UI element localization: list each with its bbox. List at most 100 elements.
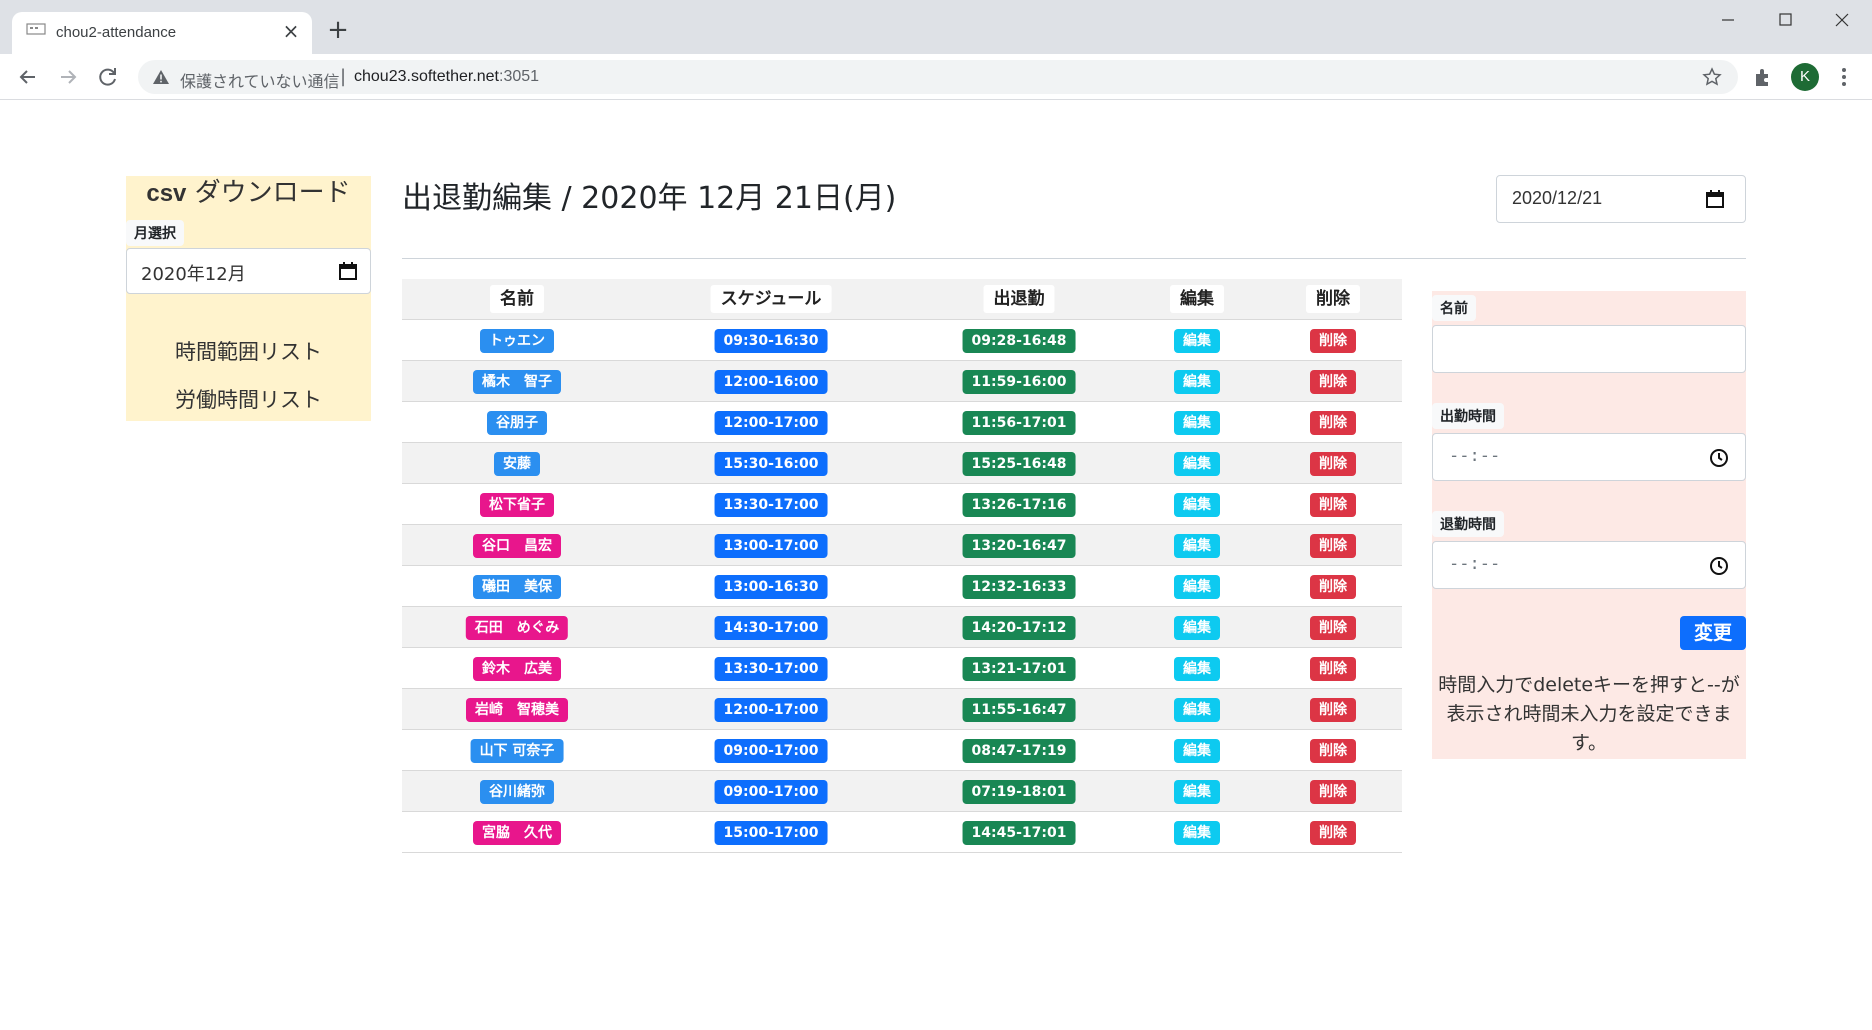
edit-button[interactable]: 編集: [1174, 329, 1220, 353]
url-port: :3051: [499, 68, 540, 85]
table-row: トゥエン 09:30-16:30 09:28-16:48 編集 削除: [402, 320, 1402, 361]
attendance-badge: 12:32-16:33: [962, 575, 1076, 599]
edit-button[interactable]: 編集: [1174, 493, 1220, 517]
schedule-badge: 12:00-17:00: [714, 698, 828, 722]
schedule-badge: 09:00-17:00: [714, 739, 828, 763]
delete-button[interactable]: 削除: [1310, 329, 1356, 353]
csv-download-link[interactable]: csv ダウンロード: [126, 176, 371, 211]
attendance-badge: 07:19-18:01: [962, 780, 1076, 804]
schedule-badge: 13:00-17:00: [714, 534, 828, 558]
separator: |: [340, 66, 347, 87]
table-row: 山下 可奈子 09:00-17:00 08:47-17:19 編集 削除: [402, 730, 1402, 771]
month-label: 月選択: [126, 220, 184, 246]
date-picker[interactable]: 2020/12/21: [1496, 175, 1746, 223]
back-icon[interactable]: [15, 64, 41, 90]
forward-icon[interactable]: [55, 64, 81, 90]
name-badge: 松下省子: [480, 493, 554, 517]
warning-icon[interactable]: [152, 69, 170, 85]
delete-button[interactable]: 削除: [1310, 780, 1356, 804]
schedule-badge: 12:00-16:00: [714, 370, 828, 394]
table-row: 谷川緒弥 09:00-17:00 07:19-18:01 編集 削除: [402, 771, 1402, 812]
schedule-badge: 13:30-17:00: [714, 493, 828, 517]
attendance-badge: 11:55-16:47: [962, 698, 1076, 722]
month-picker[interactable]: 2020年12月: [126, 248, 371, 294]
url-host: chou23.softether.net: [354, 68, 499, 85]
start-time-field[interactable]: --:--: [1432, 433, 1746, 481]
schedule-badge: 12:00-17:00: [714, 411, 828, 435]
delete-button[interactable]: 削除: [1310, 493, 1356, 517]
edit-button[interactable]: 編集: [1174, 534, 1220, 558]
plus-icon[interactable]: +: [326, 17, 350, 43]
name-badge: 谷川緒弥: [480, 780, 554, 804]
edit-button[interactable]: 編集: [1174, 821, 1220, 845]
delete-button[interactable]: 削除: [1310, 821, 1356, 845]
edit-button[interactable]: 編集: [1174, 657, 1220, 681]
close-icon[interactable]: ×: [280, 20, 302, 42]
help-text: 時間入力でdeleteキーを押すと--が表示され時間未入力を設定できます。: [1438, 674, 1740, 754]
page-content: csv ダウンロード 月選択 2020年12月 時間範囲リスト 労働時間リスト …: [0, 101, 1872, 1030]
edit-button[interactable]: 編集: [1174, 411, 1220, 435]
minimize-icon[interactable]: [1708, 8, 1748, 32]
edit-button[interactable]: 編集: [1174, 739, 1220, 763]
favicon-icon: [26, 23, 46, 35]
clock-icon[interactable]: [1709, 448, 1729, 468]
name-badge: 石田 めぐみ: [465, 616, 569, 640]
puzzle-icon[interactable]: [1752, 66, 1774, 88]
more-icon[interactable]: [1834, 66, 1854, 88]
delete-button[interactable]: 削除: [1310, 452, 1356, 476]
schedule-badge: 13:00-16:30: [714, 575, 828, 599]
schedule-badge: 13:30-17:00: [714, 657, 828, 681]
window-close-icon[interactable]: [1822, 8, 1862, 32]
table-body: トゥエン 09:30-16:30 09:28-16:48 編集 削除 橘木 智子 12:00…: [402, 320, 1402, 853]
clock-icon[interactable]: [1709, 556, 1729, 576]
csv-suffix: ダウンロード: [186, 178, 351, 208]
delete-button[interactable]: 削除: [1310, 739, 1356, 763]
table-row: 石田 めぐみ 14:30-17:00 14:20-17:12 編集 削除: [402, 607, 1402, 648]
name-field[interactable]: [1432, 325, 1746, 373]
browser-tab[interactable]: chou2-attendance ×: [12, 12, 312, 54]
delete-button[interactable]: 削除: [1310, 698, 1356, 722]
divider: [402, 258, 1746, 259]
schedule-badge: 15:00-17:00: [714, 821, 828, 845]
delete-button[interactable]: 削除: [1310, 657, 1356, 681]
end-time-field[interactable]: --:--: [1432, 541, 1746, 589]
browser-tabbar: chou2-attendance × +: [0, 0, 1872, 54]
calendar-icon[interactable]: [1705, 189, 1725, 209]
header-delete: 削除: [1306, 285, 1360, 313]
edit-button[interactable]: 編集: [1174, 698, 1220, 722]
time-range-list-link[interactable]: 時間範囲リスト: [126, 336, 371, 366]
attendance-badge: 13:26-17:16: [962, 493, 1076, 517]
delete-button[interactable]: 削除: [1310, 575, 1356, 599]
end-time-value: --:--: [1449, 554, 1501, 574]
star-icon[interactable]: [1702, 67, 1722, 87]
schedule-badge: 09:30-16:30: [714, 329, 828, 353]
work-hours-list-link[interactable]: 労働時間リスト: [126, 384, 371, 414]
header-edit: 編集: [1170, 285, 1224, 313]
name-badge: 岩崎 智穂美: [466, 698, 568, 722]
delete-button[interactable]: 削除: [1310, 370, 1356, 394]
table-row: 谷朋子 12:00-17:00 11:56-17:01 編集 削除: [402, 402, 1402, 443]
tab-title: chou2-attendance: [56, 24, 177, 41]
delete-button[interactable]: 削除: [1310, 534, 1356, 558]
calendar-icon[interactable]: [338, 261, 358, 281]
edit-button[interactable]: 編集: [1174, 575, 1220, 599]
edit-button[interactable]: 編集: [1174, 780, 1220, 804]
table-row: 岩崎 智穂美 12:00-17:00 11:55-16:47 編集 削除: [402, 689, 1402, 730]
name-badge: 橘木 智子: [473, 370, 561, 394]
maximize-icon[interactable]: [1766, 8, 1806, 32]
reload-icon[interactable]: [95, 64, 121, 90]
delete-button[interactable]: 削除: [1310, 616, 1356, 640]
attendance-badge: 14:20-17:12: [962, 616, 1076, 640]
edit-button[interactable]: 編集: [1174, 616, 1220, 640]
edit-button[interactable]: 編集: [1174, 370, 1220, 394]
table-row: 安藤 15:30-16:00 15:25-16:48 編集 削除: [402, 443, 1402, 484]
change-button[interactable]: 変更: [1680, 616, 1746, 650]
table-row: 松下省子 13:30-17:00 13:26-17:16 編集 削除: [402, 484, 1402, 525]
attendance-badge: 13:21-17:01: [962, 657, 1076, 681]
avatar[interactable]: K: [1791, 63, 1819, 91]
delete-button[interactable]: 削除: [1310, 411, 1356, 435]
address-bar[interactable]: 保護されていない通信 | chou23.softether.net:3051: [138, 60, 1738, 94]
start-time-value: --:--: [1449, 446, 1501, 466]
edit-button[interactable]: 編集: [1174, 452, 1220, 476]
attendance-badge: 08:47-17:19: [962, 739, 1076, 763]
